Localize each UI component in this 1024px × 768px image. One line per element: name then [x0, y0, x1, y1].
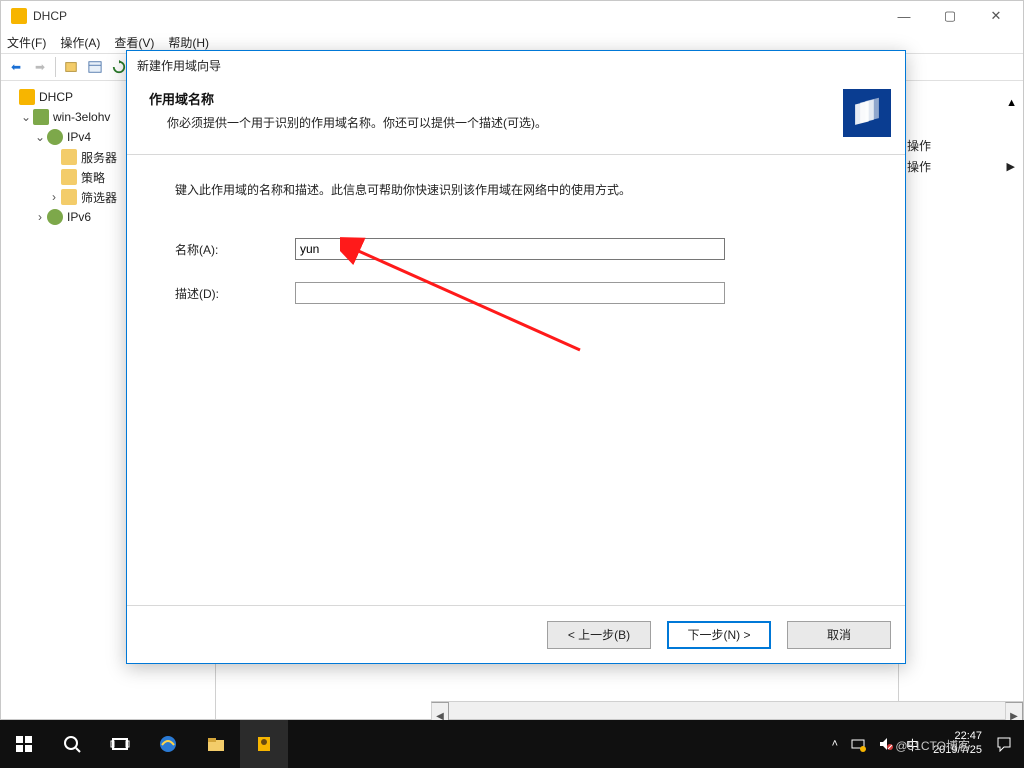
taskbar-ie[interactable] [144, 720, 192, 768]
dialog-title[interactable]: 新建作用域向导 [127, 51, 905, 79]
scope-description-input[interactable] [295, 282, 725, 304]
scroll-track[interactable] [449, 702, 1005, 719]
actions-pane: 操作 操作 ▶ [898, 131, 1023, 719]
next-button[interactable]: 下一步(N) > [667, 621, 771, 649]
toolbar-separator [55, 57, 56, 77]
expander-icon[interactable]: ⌄ [33, 130, 47, 144]
scope-name-input[interactable] [295, 238, 725, 260]
ime-indicator[interactable]: 中 [900, 720, 925, 768]
clock-date: 2019/7/25 [933, 744, 982, 758]
folder-icon [61, 189, 77, 205]
expander-icon[interactable]: ⌄ [19, 110, 33, 124]
server-icon [33, 109, 49, 125]
clock-time: 22:47 [954, 730, 982, 744]
wizard-button-row: < 上一步(B) 下一步(N) > 取消 [127, 605, 905, 663]
tree-label: 服务器 [81, 149, 117, 166]
tree-label: IPv6 [67, 210, 91, 224]
tree-label: 筛选器 [81, 189, 117, 206]
actions-operate[interactable]: 操作 ▶ [907, 158, 1015, 175]
window-title: DHCP [33, 9, 67, 23]
description-label: 描述(D): [175, 285, 295, 302]
back-button[interactable]: ⬅ [5, 56, 27, 78]
ipv4-icon [47, 129, 63, 145]
toolbar-btn-2[interactable] [84, 56, 106, 78]
expander-icon[interactable]: › [33, 210, 47, 224]
close-button[interactable]: ✕ [973, 1, 1019, 31]
tree-label: DHCP [39, 90, 73, 104]
menu-help[interactable]: 帮助(H) [168, 34, 209, 51]
wizard-body: 键入此作用域的名称和描述。此信息可帮助你快速识别该作用域在网络中的使用方式。 名… [127, 157, 905, 605]
toolbar-btn-1[interactable] [60, 56, 82, 78]
tree-label: win-3elohv [53, 110, 110, 124]
name-label: 名称(A): [175, 241, 295, 258]
actions-label: 操作 [907, 158, 931, 175]
maximize-button[interactable]: ▢ [927, 1, 973, 31]
action-center-icon[interactable] [990, 720, 1018, 768]
expander-icon[interactable]: › [47, 190, 61, 204]
cancel-button[interactable]: 取消 [787, 621, 891, 649]
forward-button: ➡ [29, 56, 51, 78]
clock[interactable]: 22:47 2019/7/25 [925, 730, 990, 758]
menu-action[interactable]: 操作(A) [60, 34, 100, 51]
wizard-header: 作用域名称 你必须提供一个用于识别的作用域名称。你还可以提供一个描述(可选)。 [127, 79, 905, 155]
actions-pane-header: 操作 [907, 137, 1015, 158]
new-scope-wizard-dialog: 新建作用域向导 作用域名称 你必须提供一个用于识别的作用域名称。你还可以提供一个… [126, 50, 906, 664]
dhcp-icon [19, 89, 35, 105]
wizard-banner-icon [843, 89, 891, 137]
wizard-subheading: 你必须提供一个用于识别的作用域名称。你还可以提供一个描述(可选)。 [149, 114, 843, 131]
folder-icon [61, 149, 77, 165]
menu-view[interactable]: 查看(V) [114, 34, 154, 51]
back-button[interactable]: < 上一步(B) [547, 621, 651, 649]
ipv6-icon [47, 209, 63, 225]
horizontal-scrollbar[interactable]: ◀ ▶ [431, 701, 1023, 719]
system-tray[interactable]: ˄ 中 22:47 2019/7/25 [826, 720, 1024, 768]
taskbar-explorer[interactable] [192, 720, 240, 768]
taskbar[interactable]: ˄ 中 22:47 2019/7/25 [0, 720, 1024, 768]
tray-network-icon[interactable] [844, 720, 872, 768]
chevron-right-icon: ▶ [1007, 160, 1015, 173]
tree-label: IPv4 [67, 130, 91, 144]
tray-chevron-icon[interactable]: ˄ [826, 720, 844, 768]
tray-volume-icon[interactable] [872, 720, 900, 768]
collapse-arrow-icon[interactable]: ▲ [1006, 97, 1017, 109]
wizard-instruction: 键入此作用域的名称和描述。此信息可帮助你快速识别该作用域在网络中的使用方式。 [175, 181, 857, 198]
tree-label: 策略 [81, 169, 105, 186]
search-button[interactable] [48, 720, 96, 768]
app-icon [11, 8, 27, 24]
wizard-heading: 作用域名称 [149, 89, 843, 108]
titlebar[interactable]: DHCP — ▢ ✕ [1, 1, 1023, 31]
taskbar-dhcp[interactable] [240, 720, 288, 768]
start-button[interactable] [0, 720, 48, 768]
minimize-button[interactable]: — [881, 1, 927, 31]
task-view-button[interactable] [96, 720, 144, 768]
menu-file[interactable]: 文件(F) [7, 34, 46, 51]
folder-icon [61, 169, 77, 185]
